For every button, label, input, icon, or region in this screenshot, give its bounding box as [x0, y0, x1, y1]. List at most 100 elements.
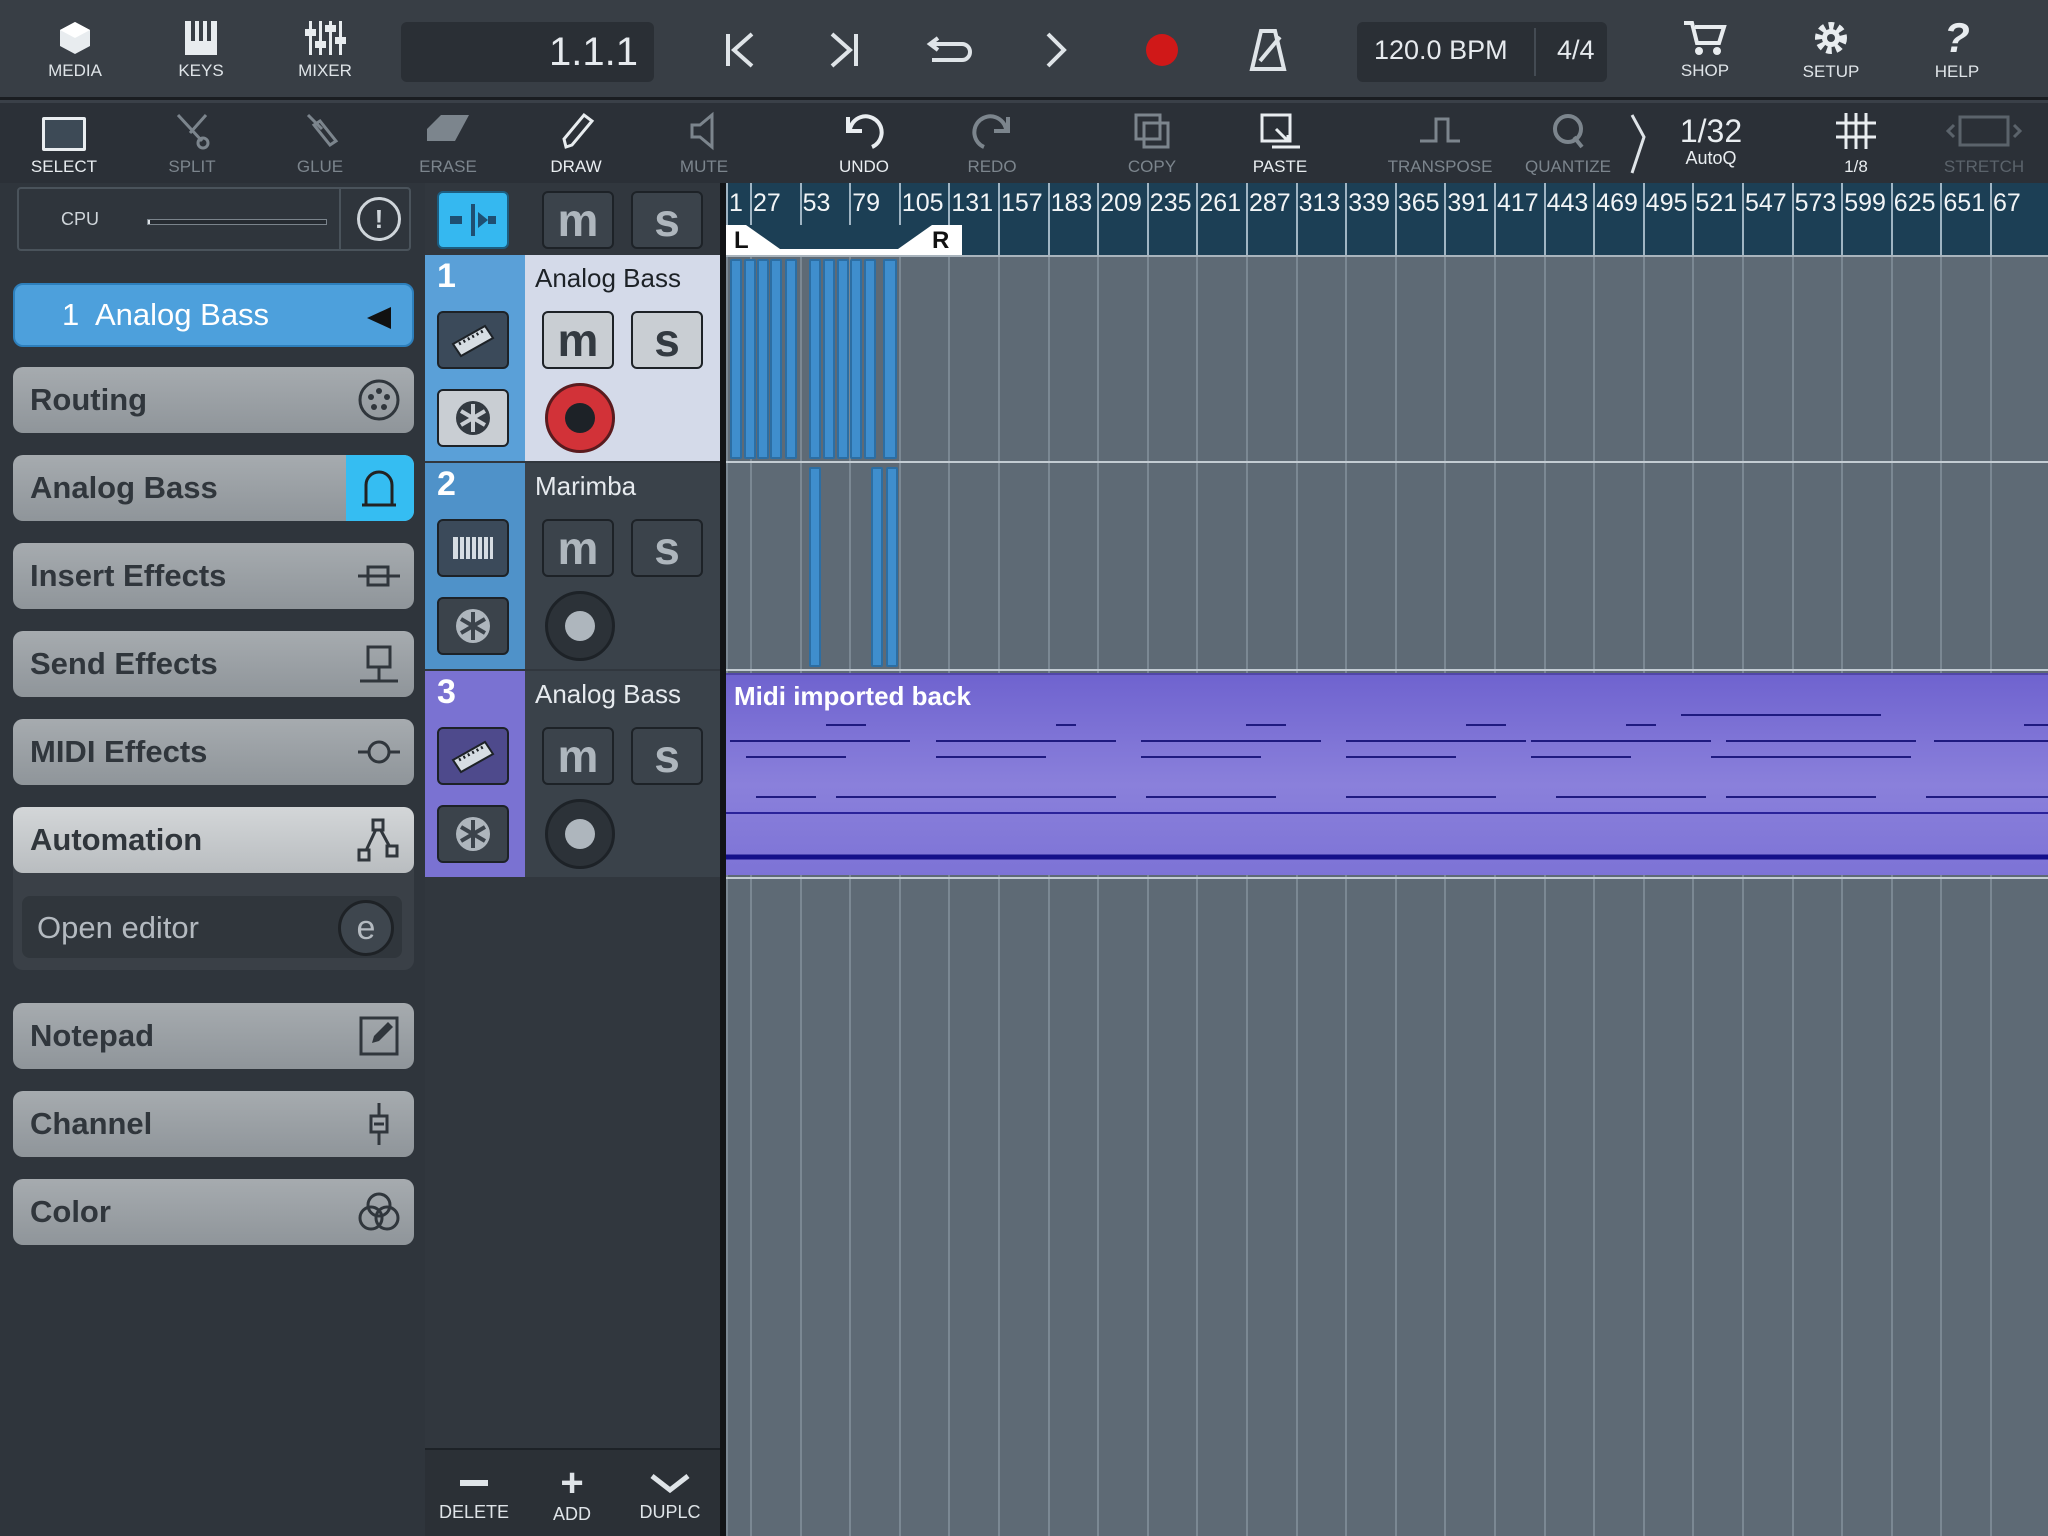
global-mute-button[interactable]: m: [542, 191, 614, 249]
record-arm-button[interactable]: [545, 591, 615, 661]
midi-part[interactable]: [744, 259, 756, 459]
track-1-lane-bottom: [726, 461, 2048, 463]
go-to-end-icon[interactable]: [814, 20, 874, 80]
setup-button[interactable]: SETUP: [1786, 0, 1876, 100]
mute-tool[interactable]: MUTE: [649, 103, 759, 183]
quantize-button[interactable]: QUANTIZE: [1513, 103, 1623, 183]
ruler-tick: [1990, 183, 1992, 255]
solo-button[interactable]: s: [631, 311, 703, 369]
record-arm-button[interactable]: [545, 799, 615, 869]
loop-icon[interactable]: [918, 20, 982, 80]
selected-track-header[interactable]: 1 Analog Bass: [13, 283, 414, 347]
collapse-arrow-icon[interactable]: [365, 305, 393, 331]
midi-part[interactable]: [809, 259, 821, 459]
midi-part[interactable]: [886, 467, 898, 667]
ruler-mark: 131: [951, 189, 994, 217]
midi-part[interactable]: [823, 259, 835, 459]
solo-button[interactable]: s: [631, 519, 703, 577]
help-button[interactable]: ? HELP: [1912, 0, 2002, 100]
midi-part[interactable]: [770, 259, 782, 459]
solo-button[interactable]: s: [631, 727, 703, 785]
open-editor-button[interactable]: Open editor e: [22, 896, 402, 958]
undo-button[interactable]: UNDO: [809, 103, 919, 183]
midi-part[interactable]: [809, 467, 821, 667]
ruler-tick: [1791, 183, 1794, 255]
midi-part[interactable]: [837, 259, 849, 459]
grid-button[interactable]: 1/8: [1801, 103, 1911, 183]
paste-button[interactable]: PASTE: [1225, 103, 1335, 183]
grid-line: [1543, 255, 1546, 1536]
quantize-value-button[interactable]: 1/32 AutoQ: [1656, 113, 1766, 177]
instrument-edit-button[interactable]: [437, 519, 509, 577]
time-signature[interactable]: 4/4: [1557, 35, 1595, 66]
grid-line: [1990, 255, 1992, 1536]
ruler-tick: [1940, 183, 1943, 255]
erase-tool[interactable]: ERASE: [393, 103, 503, 183]
loop-region-shape: [726, 225, 962, 255]
alert-icon[interactable]: !: [357, 197, 401, 241]
track-2[interactable]: 2 Marimba m s: [425, 463, 720, 669]
left-locator[interactable]: L: [734, 227, 749, 255]
record-button[interactable]: [1132, 20, 1192, 80]
redo-button[interactable]: REDO: [937, 103, 1047, 183]
mixer-button[interactable]: MIXER: [280, 0, 370, 100]
add-track-button[interactable]: + ADD: [523, 1458, 621, 1534]
transpose-button[interactable]: TRANSPOSE: [1385, 103, 1495, 183]
instrument-edit-button[interactable]: [437, 311, 509, 369]
tempo-display[interactable]: 120.0 BPM 4/4: [1357, 22, 1607, 82]
duplicate-track-button[interactable]: DUPLC: [621, 1458, 719, 1534]
shop-button[interactable]: SHOP: [1660, 0, 1750, 100]
midi-part[interactable]: [757, 259, 769, 459]
select-tool[interactable]: SELECT: [9, 103, 119, 183]
question-icon: ?: [1944, 14, 1970, 61]
position-display[interactable]: 1.1.1: [401, 22, 654, 82]
midi-part[interactable]: [785, 259, 797, 459]
metronome-icon[interactable]: [1238, 20, 1298, 80]
midi-effects-button[interactable]: MIDI Effects: [13, 719, 414, 785]
fx-button[interactable]: [437, 389, 509, 447]
midi-part[interactable]: [850, 259, 862, 459]
track-number: 1: [437, 257, 456, 295]
track-1[interactable]: 1 Analog Bass m s: [425, 255, 720, 461]
global-solo-button[interactable]: s: [631, 191, 703, 249]
loop-region[interactable]: L R: [726, 225, 962, 255]
automation-button[interactable]: Automation: [13, 807, 414, 873]
track-name[interactable]: Analog Bass: [535, 263, 681, 294]
notepad-button[interactable]: Notepad: [13, 1003, 414, 1069]
record-arm-button[interactable]: [545, 383, 615, 453]
split-tool[interactable]: SPLIT: [137, 103, 247, 183]
glue-tool[interactable]: GLUE: [265, 103, 375, 183]
mute-button[interactable]: m: [542, 727, 614, 785]
midi-part[interactable]: [864, 259, 876, 459]
mute-button[interactable]: m: [542, 519, 614, 577]
notepad-icon: [359, 1016, 399, 1056]
insert-effects-button[interactable]: Insert Effects: [13, 543, 414, 609]
stretch-tool[interactable]: STRETCH: [1929, 103, 2039, 183]
midi-part[interactable]: [883, 259, 897, 459]
midi-part[interactable]: Midi imported back: [726, 673, 2048, 875]
fold-tracks-button[interactable]: [437, 191, 509, 249]
fx-button[interactable]: [437, 597, 509, 655]
copy-button[interactable]: COPY: [1097, 103, 1207, 183]
midi-part[interactable]: [730, 259, 742, 459]
ruler-mark: 469: [1596, 189, 1638, 217]
play-icon[interactable]: [1026, 20, 1086, 80]
go-to-start-icon[interactable]: [710, 20, 770, 80]
mute-button[interactable]: m: [542, 311, 614, 369]
delete-track-button[interactable]: DELETE: [425, 1458, 523, 1534]
track-name[interactable]: Marimba: [535, 471, 636, 502]
track-3[interactable]: 3 Analog Bass m s: [425, 671, 720, 877]
color-button[interactable]: Color: [13, 1179, 414, 1245]
right-locator[interactable]: R: [932, 227, 949, 255]
instrument-button[interactable]: Analog Bass: [13, 455, 414, 521]
keys-button[interactable]: KEYS: [156, 0, 246, 100]
media-button[interactable]: MEDIA: [30, 0, 120, 100]
instrument-edit-button[interactable]: [437, 727, 509, 785]
routing-button[interactable]: Routing: [13, 367, 414, 433]
draw-tool[interactable]: DRAW: [521, 103, 631, 183]
track-name[interactable]: Analog Bass: [535, 679, 681, 710]
fx-button[interactable]: [437, 805, 509, 863]
channel-button[interactable]: Channel: [13, 1091, 414, 1157]
midi-part[interactable]: [871, 467, 883, 667]
send-effects-button[interactable]: Send Effects: [13, 631, 414, 697]
